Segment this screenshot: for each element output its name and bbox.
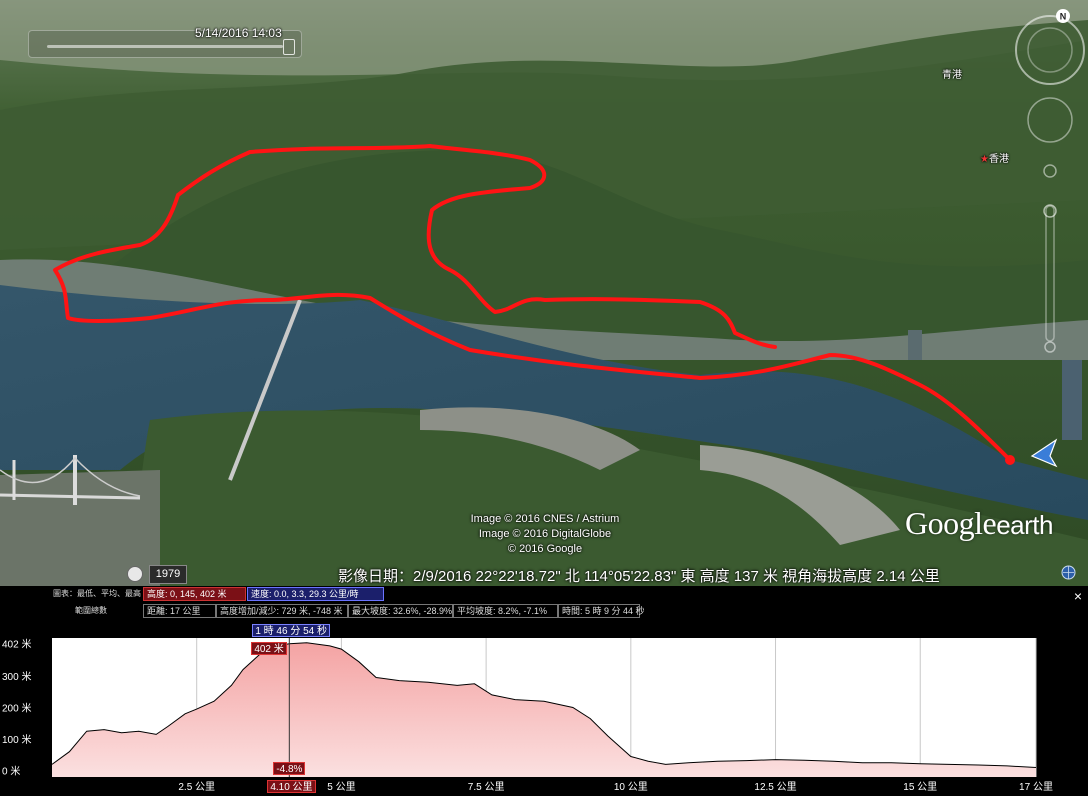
cursor-time-tag: 1 時 46 分 54 秒 (252, 624, 331, 637)
y-tick-label: 300 米 (2, 670, 31, 683)
star-icon: ★ (980, 154, 989, 165)
historical-imagery-clock-icon[interactable] (127, 566, 143, 582)
credit-line-1: Image © 2016 CNES / Astrium (470, 513, 620, 525)
status-bar: 1979 影像日期：2/9/2016 22°22'18.72" 北 114°05… (0, 560, 1088, 586)
move-joystick[interactable] (1027, 97, 1073, 143)
terrain-imagery[interactable] (0, 0, 1088, 586)
cursor-slope-tag: -4.8% (273, 762, 306, 775)
zoom-in-icon[interactable] (1043, 164, 1057, 178)
y-tick-label: 402 米 (2, 638, 31, 651)
historical-year[interactable]: 1979 (149, 565, 187, 584)
time-stamp: 5/14/2016 14:03 (195, 26, 282, 40)
map-view[interactable]: 5/14/2016 14:03 青港 ★香港 N Image © 2016 CN… (0, 0, 1088, 586)
logo-earth: earth (996, 510, 1053, 540)
x-tick-label: 17 公里 (1019, 781, 1053, 793)
y-axis-labels: 0 米 100 米 200 米 300 米 402 米 (2, 638, 31, 778)
time-slider-track[interactable] (47, 45, 283, 48)
x-tick-label: 12.5 公里 (754, 781, 796, 793)
google-earth-logo: Googleearth (905, 505, 1053, 542)
status-info: 影像日期：2/9/2016 22°22'18.72" 北 114°05'22.8… (338, 568, 940, 585)
time-slider[interactable]: 5/14/2016 14:03 (28, 26, 302, 58)
x-tick-label: 2.5 公里 (178, 781, 215, 793)
y-tick-label: 100 米 (2, 733, 31, 746)
place-label[interactable]: ★香港 (980, 150, 1009, 165)
look-joystick[interactable] (1015, 15, 1085, 85)
elevation-chart[interactable]: 0 米 100 米 200 米 300 米 402 米 2.5 公里 5 公里 7.5 公里… (0, 586, 1088, 796)
compass-north-icon[interactable]: N (1056, 9, 1070, 23)
x-tick-label: 15 公里 (903, 781, 937, 793)
x-tick-label: 7.5 公里 (468, 781, 505, 793)
time-slider-thumb[interactable] (283, 39, 295, 55)
zoom-slider[interactable] (1043, 164, 1057, 353)
cursor-elevation-tag: 402 米 (251, 642, 287, 655)
navigation-controls[interactable]: N (1006, 6, 1088, 356)
x-tick-label: 10 公里 (614, 781, 648, 793)
cursor-distance-tag: 4.10 公里 (267, 780, 316, 793)
zoom-out-icon[interactable] (1044, 341, 1056, 353)
imagery-credits: Image © 2016 CNES / Astrium Image © 2016… (420, 512, 670, 557)
y-tick-label: 0 米 (2, 765, 20, 778)
credit-line-3: © 2016 Google (507, 543, 583, 555)
y-tick-label: 200 米 (2, 702, 31, 715)
place-label-2[interactable]: 青港 (942, 66, 962, 81)
logo-google: Google (905, 505, 997, 541)
credit-line-2: Image © 2016 DigitalGlobe (478, 528, 612, 540)
compass-label: N (1060, 12, 1067, 22)
elevation-profile-panel: 圖表：最低、平均、最高 高度: 0, 145, 402 米 速度: 0.0, 3… (0, 586, 1088, 796)
streaming-globe-icon (1061, 565, 1076, 580)
x-tick-label: 5 公里 (327, 781, 355, 793)
